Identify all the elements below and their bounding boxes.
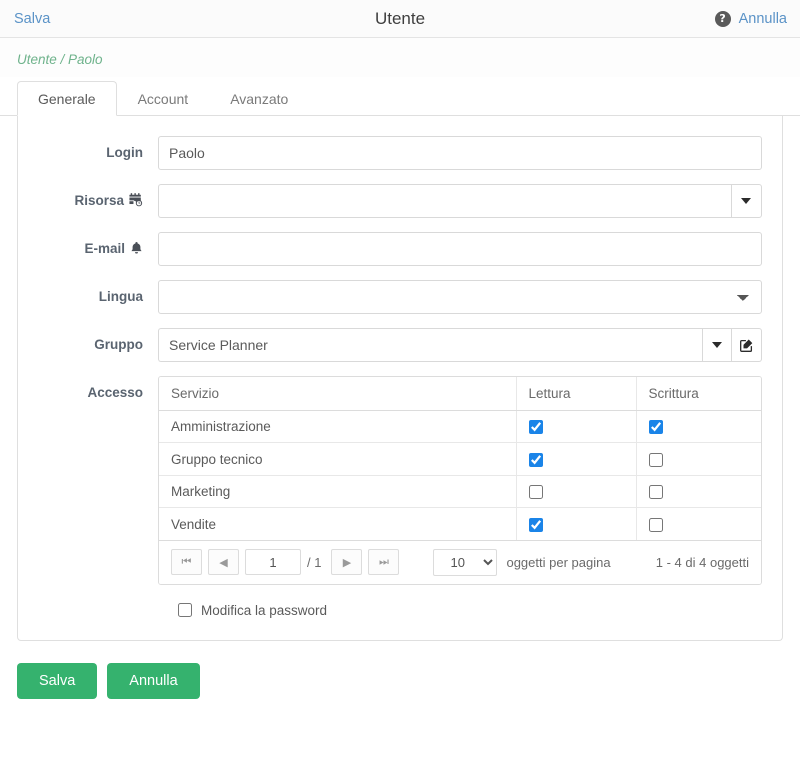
cell-scrittura [635,475,761,509]
column-header-servizio: Servizio [159,377,516,411]
access-table-body: Amministrazione Gruppo tecnico Marketing… [159,410,761,541]
page-title: Utente [374,8,426,28]
cell-lettura [515,475,636,509]
label-accesso: Accesso [87,385,143,401]
column-header-lettura: Lettura [515,377,636,411]
next-page-icon[interactable]: ▶ [331,549,363,576]
field-row-email: E-mail [38,232,762,266]
label-email: E-mail [38,232,158,266]
control-risorsa [158,184,762,218]
gruppo-combo [158,328,762,362]
caret-down-icon [741,198,752,204]
last-page-icon[interactable]: ⏭ [368,549,400,576]
topbar-save-button[interactable]: Salva [14,11,50,27]
label-risorsa-text: Risorsa [74,193,124,209]
tab-generale[interactable]: Generale [17,81,117,116]
pagination-bar: ⏮ ◀ / 1 ▶ ⏭ 10 oggetti per pagina 1 - 4 … [159,540,761,584]
cell-lettura [515,442,636,476]
access-grid: Servizio Lettura Scrittura Amministrazio… [158,376,762,585]
cell-lettura [515,410,636,444]
label-risorsa: Risorsa [38,184,158,218]
label-email-text: E-mail [84,241,125,257]
tab-account[interactable]: Account [117,81,210,116]
risorsa-combo [158,184,762,218]
table-row: Gruppo tecnico [159,442,761,476]
cell-scrittura [635,410,761,444]
field-row-lingua: Lingua [38,280,762,314]
lettura-checkbox[interactable] [528,420,543,435]
label-login: Login [106,145,143,161]
control-gruppo [158,328,762,362]
cell-lettura [515,507,636,541]
risorsa-dropdown-button[interactable] [730,184,762,218]
control-lingua [158,280,762,314]
table-row: Amministrazione [159,410,761,444]
gruppo-input[interactable] [158,328,703,362]
column-header-scrittura: Scrittura [635,377,761,411]
help-circle-icon[interactable]: ? [714,10,731,27]
table-row: Marketing [159,475,761,509]
access-table: Servizio Lettura Scrittura Amministrazio… [159,377,761,541]
breadcrumb: Utente / Paolo [0,38,800,77]
scrittura-checkbox[interactable] [648,420,663,435]
cell-scrittura [635,507,761,541]
lettura-checkbox[interactable] [528,452,543,467]
control-accesso: Servizio Lettura Scrittura Amministrazio… [158,376,762,585]
field-row-risorsa: Risorsa [38,184,762,218]
gruppo-edit-button[interactable] [732,328,762,362]
cell-servizio: Gruppo tecnico [159,442,516,476]
access-table-head: Servizio Lettura Scrittura [159,377,761,411]
modifica-password-checkbox[interactable] [178,603,192,618]
result-range-label: 1 - 4 di 4 oggetti [655,554,749,570]
bell-icon [130,241,143,258]
cancel-button[interactable]: Annulla [107,662,200,699]
cell-servizio: Marketing [159,475,516,509]
control-login [158,136,762,170]
modifica-password-label: Modifica la password [201,602,328,618]
cell-servizio: Vendite [159,507,516,541]
email-input[interactable] [158,232,762,266]
lettura-checkbox[interactable] [528,517,543,532]
modifica-password-row: Modifica la password [178,603,762,618]
scrittura-checkbox[interactable] [648,452,663,467]
caret-down-icon [712,342,723,348]
edit-square-icon [740,339,753,352]
field-row-accesso: Accesso Servizio Lettura Scrittura Ammin… [38,376,762,585]
field-row-gruppo: Gruppo [38,328,762,362]
cell-scrittura [635,442,761,476]
top-bar: Salva Utente ? Annulla [0,0,800,38]
tab-bar: Generale Account Avanzato [0,80,800,116]
page-number-input[interactable] [245,549,301,576]
table-row: Vendite [159,507,761,541]
page-size-select[interactable]: 10 [433,548,498,576]
footer-actions: Salva Annulla [0,641,800,699]
save-button[interactable]: Salva [17,662,98,699]
scrittura-checkbox[interactable] [648,485,663,500]
risorsa-input[interactable] [158,184,731,218]
scrittura-checkbox[interactable] [648,517,663,532]
label-gruppo: Gruppo [94,337,143,353]
control-email [158,232,762,266]
topbar-right-group: ? Annulla [714,10,787,27]
label-lingua: Lingua [98,289,143,305]
table-header-row: Servizio Lettura Scrittura [159,377,761,411]
lingua-select[interactable] [158,280,762,314]
field-row-login: Login [38,136,762,170]
page-total-label: / 1 [307,554,322,570]
per-page-label: oggetti per pagina [506,554,611,570]
previous-page-icon[interactable]: ◀ [208,549,239,576]
lettura-checkbox[interactable] [528,485,543,500]
first-page-icon[interactable]: ⏮ [171,549,202,576]
cell-servizio: Amministrazione [159,410,516,444]
form-panel: Login Risorsa [17,116,783,641]
tab-avanzato[interactable]: Avanzato [209,81,309,116]
login-input[interactable] [158,136,762,170]
topbar-cancel-button[interactable]: Annulla [739,11,787,27]
gruppo-dropdown-button[interactable] [702,328,733,362]
calendar-clock-icon [129,192,143,210]
